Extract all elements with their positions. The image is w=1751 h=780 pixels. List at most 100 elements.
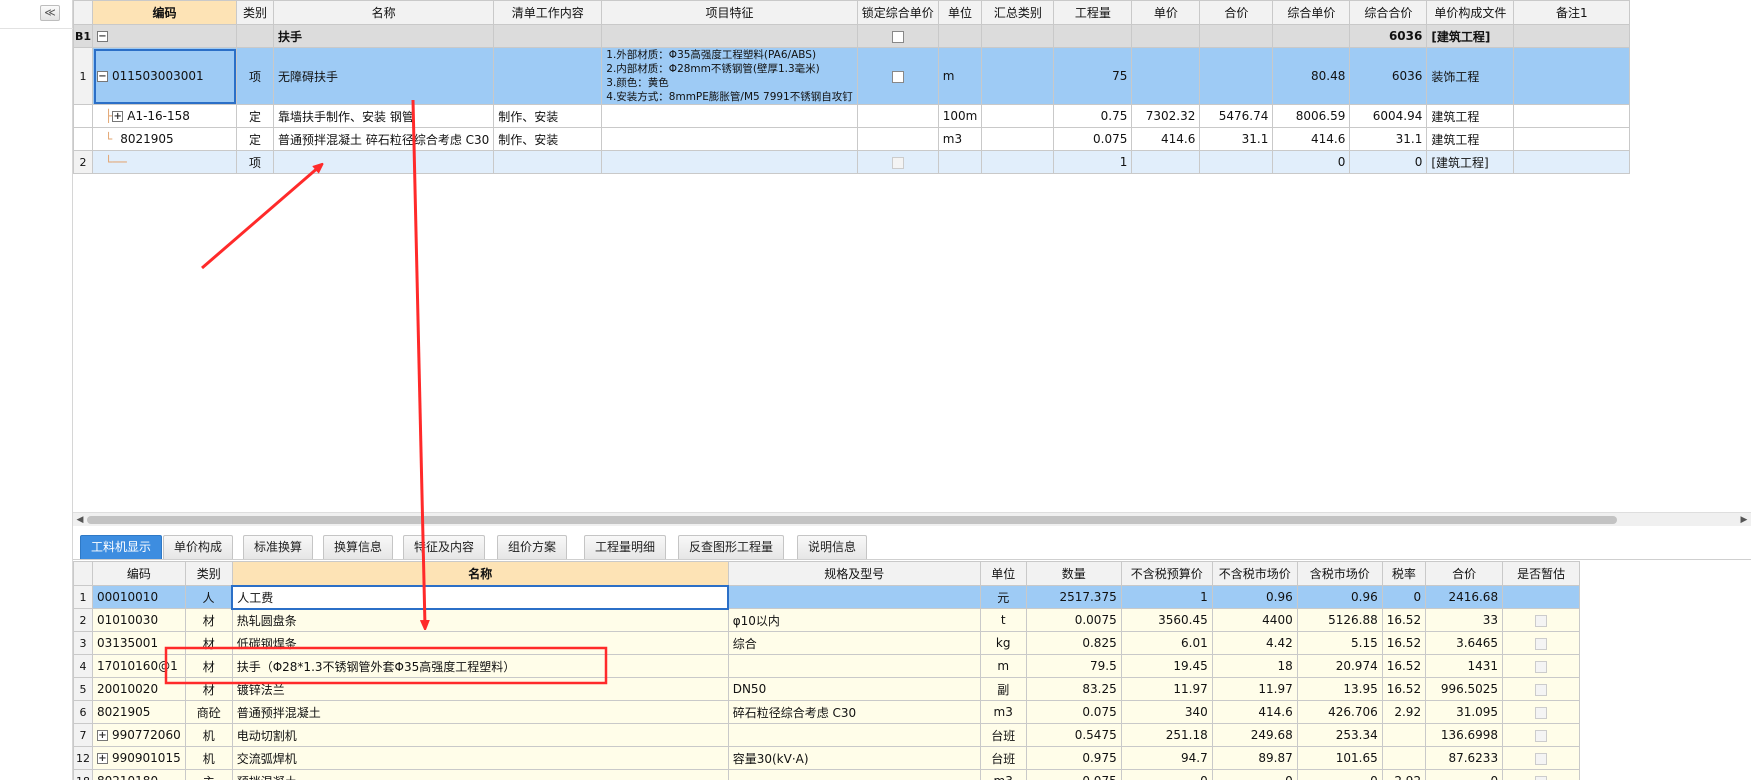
tab-features-content[interactable]: 特征及内容 xyxy=(403,535,486,559)
resource-name-cell[interactable]: 电动切割机 xyxy=(231,723,729,747)
resource-market-price-cell[interactable]: 18 xyxy=(1211,654,1298,678)
resource-market-price-cell[interactable]: 4.42 xyxy=(1211,631,1298,655)
resource-budget-price-cell[interactable]: 6.01 xyxy=(1120,631,1213,655)
resource-budget-price-cell[interactable]: 251.18 xyxy=(1120,723,1213,747)
resource-name-cell[interactable]: 人工费 xyxy=(231,584,730,610)
resource-tax-rate-cell[interactable]: 16.52 xyxy=(1381,654,1427,678)
resource-name-cell[interactable]: 普通预拌混凝土 xyxy=(231,700,729,724)
resource-budget-price-cell[interactable]: 0 xyxy=(1120,769,1213,780)
quota-row[interactable]: └ 8021905 定 普通预拌混凝土 碎石粒径综合考虑 C30 制作、安装 m3… xyxy=(73,127,1631,151)
resource-tax-rate-cell[interactable] xyxy=(1381,746,1427,770)
col-name[interactable]: 名称 xyxy=(272,0,495,25)
resource-spec-cell[interactable]: φ10以内 xyxy=(727,608,981,632)
provisional-checkbox[interactable] xyxy=(1535,683,1548,696)
quota-work[interactable]: 制作、安装 xyxy=(493,104,603,128)
bill-item-row[interactable]: 1 −011503003001 项 无障碍扶手 1.外部材质：Φ35高强度工程塑… xyxy=(73,47,1631,105)
resource-unit-cell[interactable]: m xyxy=(979,654,1027,678)
resource-unit-cell[interactable]: m3 xyxy=(979,769,1027,780)
provisional-checkbox[interactable] xyxy=(1535,752,1548,765)
resource-type-cell[interactable]: 机 xyxy=(184,746,233,770)
col-price[interactable]: 单价 xyxy=(1131,0,1201,25)
item-type[interactable]: 项 xyxy=(236,150,274,174)
resource-total-cell[interactable]: 31.095 xyxy=(1425,700,1504,724)
resource-tax-rate-cell[interactable]: 2.92 xyxy=(1381,700,1427,724)
resource-spec-cell[interactable] xyxy=(727,723,981,747)
code-cell[interactable]: − xyxy=(92,24,237,48)
resource-market-price-cell[interactable]: 11.97 xyxy=(1211,677,1298,701)
provisional-checkbox-cell[interactable] xyxy=(1502,608,1581,632)
item-qty[interactable]: 1 xyxy=(1053,150,1133,174)
col-spec[interactable]: 规格及型号 xyxy=(727,561,981,586)
resource-qty-cell[interactable]: 0.075 xyxy=(1025,700,1122,724)
quota-row[interactable]: ├+ A1-16-158 定 靠墙扶手制作、安装 钢管 制作、安装 100m 0.… xyxy=(73,104,1631,128)
resource-row[interactable]: 7 +990772060 机电动切割机 台班 0.5475 251.18 249.68 253… xyxy=(73,723,1581,747)
col-qty[interactable]: 数量 xyxy=(1025,561,1122,586)
resource-type-cell[interactable]: 材 xyxy=(184,608,233,632)
col-budget-price[interactable]: 不含税预算价 xyxy=(1120,561,1213,586)
resource-type-cell[interactable]: 机 xyxy=(184,723,233,747)
resource-budget-price-cell[interactable]: 1 xyxy=(1120,585,1213,609)
col-quantity[interactable]: 工程量 xyxy=(1053,0,1133,25)
col-features[interactable]: 项目特征 xyxy=(601,0,858,25)
resource-unit-cell[interactable]: 台班 xyxy=(979,723,1027,747)
item-features[interactable]: 1.外部材质：Φ35高强度工程塑料(PA6/ABS) 2.内部材质：Φ28mm不… xyxy=(601,47,858,105)
resource-code-cell[interactable]: 80210180 xyxy=(92,769,186,780)
col-total[interactable]: 合价 xyxy=(1425,561,1504,586)
resource-spec-cell[interactable]: 碎石粒径综合考虑 C30 xyxy=(727,700,981,724)
tab-description[interactable]: 说明信息 xyxy=(797,535,868,559)
resource-spec-cell[interactable]: DN50 xyxy=(727,677,981,701)
resource-unit-cell[interactable]: kg xyxy=(979,631,1027,655)
provisional-checkbox[interactable] xyxy=(1535,775,1548,780)
quota-qty[interactable]: 0.075 xyxy=(1053,127,1133,151)
col-provisional[interactable]: 是否暂估 xyxy=(1502,561,1581,586)
item-file[interactable]: 装饰工程 xyxy=(1426,47,1515,105)
tab-quantity-detail[interactable]: 工程量明细 xyxy=(584,535,667,559)
col-tax-rate[interactable]: 税率 xyxy=(1381,561,1427,586)
tab-pricing-scheme[interactable]: 组价方案 xyxy=(497,535,568,559)
resource-type-cell[interactable]: 材 xyxy=(184,631,233,655)
resource-tax-market-price-cell[interactable]: 253.34 xyxy=(1296,723,1383,747)
resource-code-cell[interactable]: 01010030 xyxy=(92,608,186,632)
resource-market-price-cell[interactable]: 0 xyxy=(1211,769,1298,780)
code-cell[interactable]: ├+ A1-16-158 xyxy=(92,104,237,128)
resource-qty-cell[interactable]: 0.0075 xyxy=(1025,608,1122,632)
col-comp-price[interactable]: 综合单价 xyxy=(1272,0,1351,25)
tab-price-composition[interactable]: 单价构成 xyxy=(163,535,234,559)
resource-row[interactable]: 4 17010160@1 材 扶手（Φ28*1.3不锈钢管外套Φ35高强度工程塑料） m… xyxy=(73,654,1581,678)
resource-tax-market-price-cell[interactable]: 5.15 xyxy=(1296,631,1383,655)
resource-type-cell[interactable]: 商砼 xyxy=(184,700,233,724)
lock-checkbox[interactable] xyxy=(891,30,904,43)
provisional-checkbox-cell[interactable] xyxy=(1502,746,1581,770)
resource-total-cell[interactable]: 1431 xyxy=(1425,654,1504,678)
resource-unit-cell[interactable]: 元 xyxy=(979,585,1027,609)
col-type[interactable]: 类别 xyxy=(184,561,233,586)
resource-name-cell[interactable]: 预拌混凝土 xyxy=(231,769,729,780)
resource-market-price-cell[interactable]: 4400 xyxy=(1211,608,1298,632)
provisional-checkbox[interactable] xyxy=(1535,729,1548,742)
scroll-left-icon[interactable]: ◀ xyxy=(74,513,86,527)
col-market-price[interactable]: 不含税市场价 xyxy=(1211,561,1298,586)
expand-toggle-icon[interactable]: + xyxy=(97,753,108,764)
quota-type[interactable]: 定 xyxy=(236,104,274,128)
resource-total-cell[interactable]: 2416.68 xyxy=(1425,585,1504,609)
resource-market-price-cell[interactable]: 0.96 xyxy=(1211,585,1298,609)
provisional-checkbox[interactable] xyxy=(1535,614,1548,627)
tab-standard-conversion[interactable]: 标准换算 xyxy=(243,535,314,559)
item-file[interactable]: [建筑工程] xyxy=(1426,150,1515,174)
resource-name-cell[interactable]: 低碳钢焊条 xyxy=(231,631,729,655)
quota-unit[interactable]: m3 xyxy=(937,127,983,151)
resource-name-cell[interactable]: 热轧圆盘条 xyxy=(231,608,729,632)
resource-qty-cell[interactable]: 79.5 xyxy=(1025,654,1122,678)
col-code[interactable]: 编码 xyxy=(92,0,237,25)
item-qty[interactable]: 75 xyxy=(1053,47,1133,105)
col-comp-total[interactable]: 综合合价 xyxy=(1349,0,1428,25)
resource-tax-market-price-cell[interactable]: 13.95 xyxy=(1296,677,1383,701)
resource-total-cell[interactable]: 33 xyxy=(1425,608,1504,632)
col-total[interactable]: 合价 xyxy=(1199,0,1274,25)
resource-type-cell[interactable]: 材 xyxy=(184,654,233,678)
provisional-checkbox-cell[interactable] xyxy=(1502,585,1581,609)
col-lock-price[interactable]: 锁定综合单价 xyxy=(856,0,939,25)
provisional-checkbox-cell[interactable] xyxy=(1502,769,1581,780)
resource-tax-market-price-cell[interactable]: 0 xyxy=(1296,769,1383,780)
resource-qty-cell[interactable]: 83.25 xyxy=(1025,677,1122,701)
